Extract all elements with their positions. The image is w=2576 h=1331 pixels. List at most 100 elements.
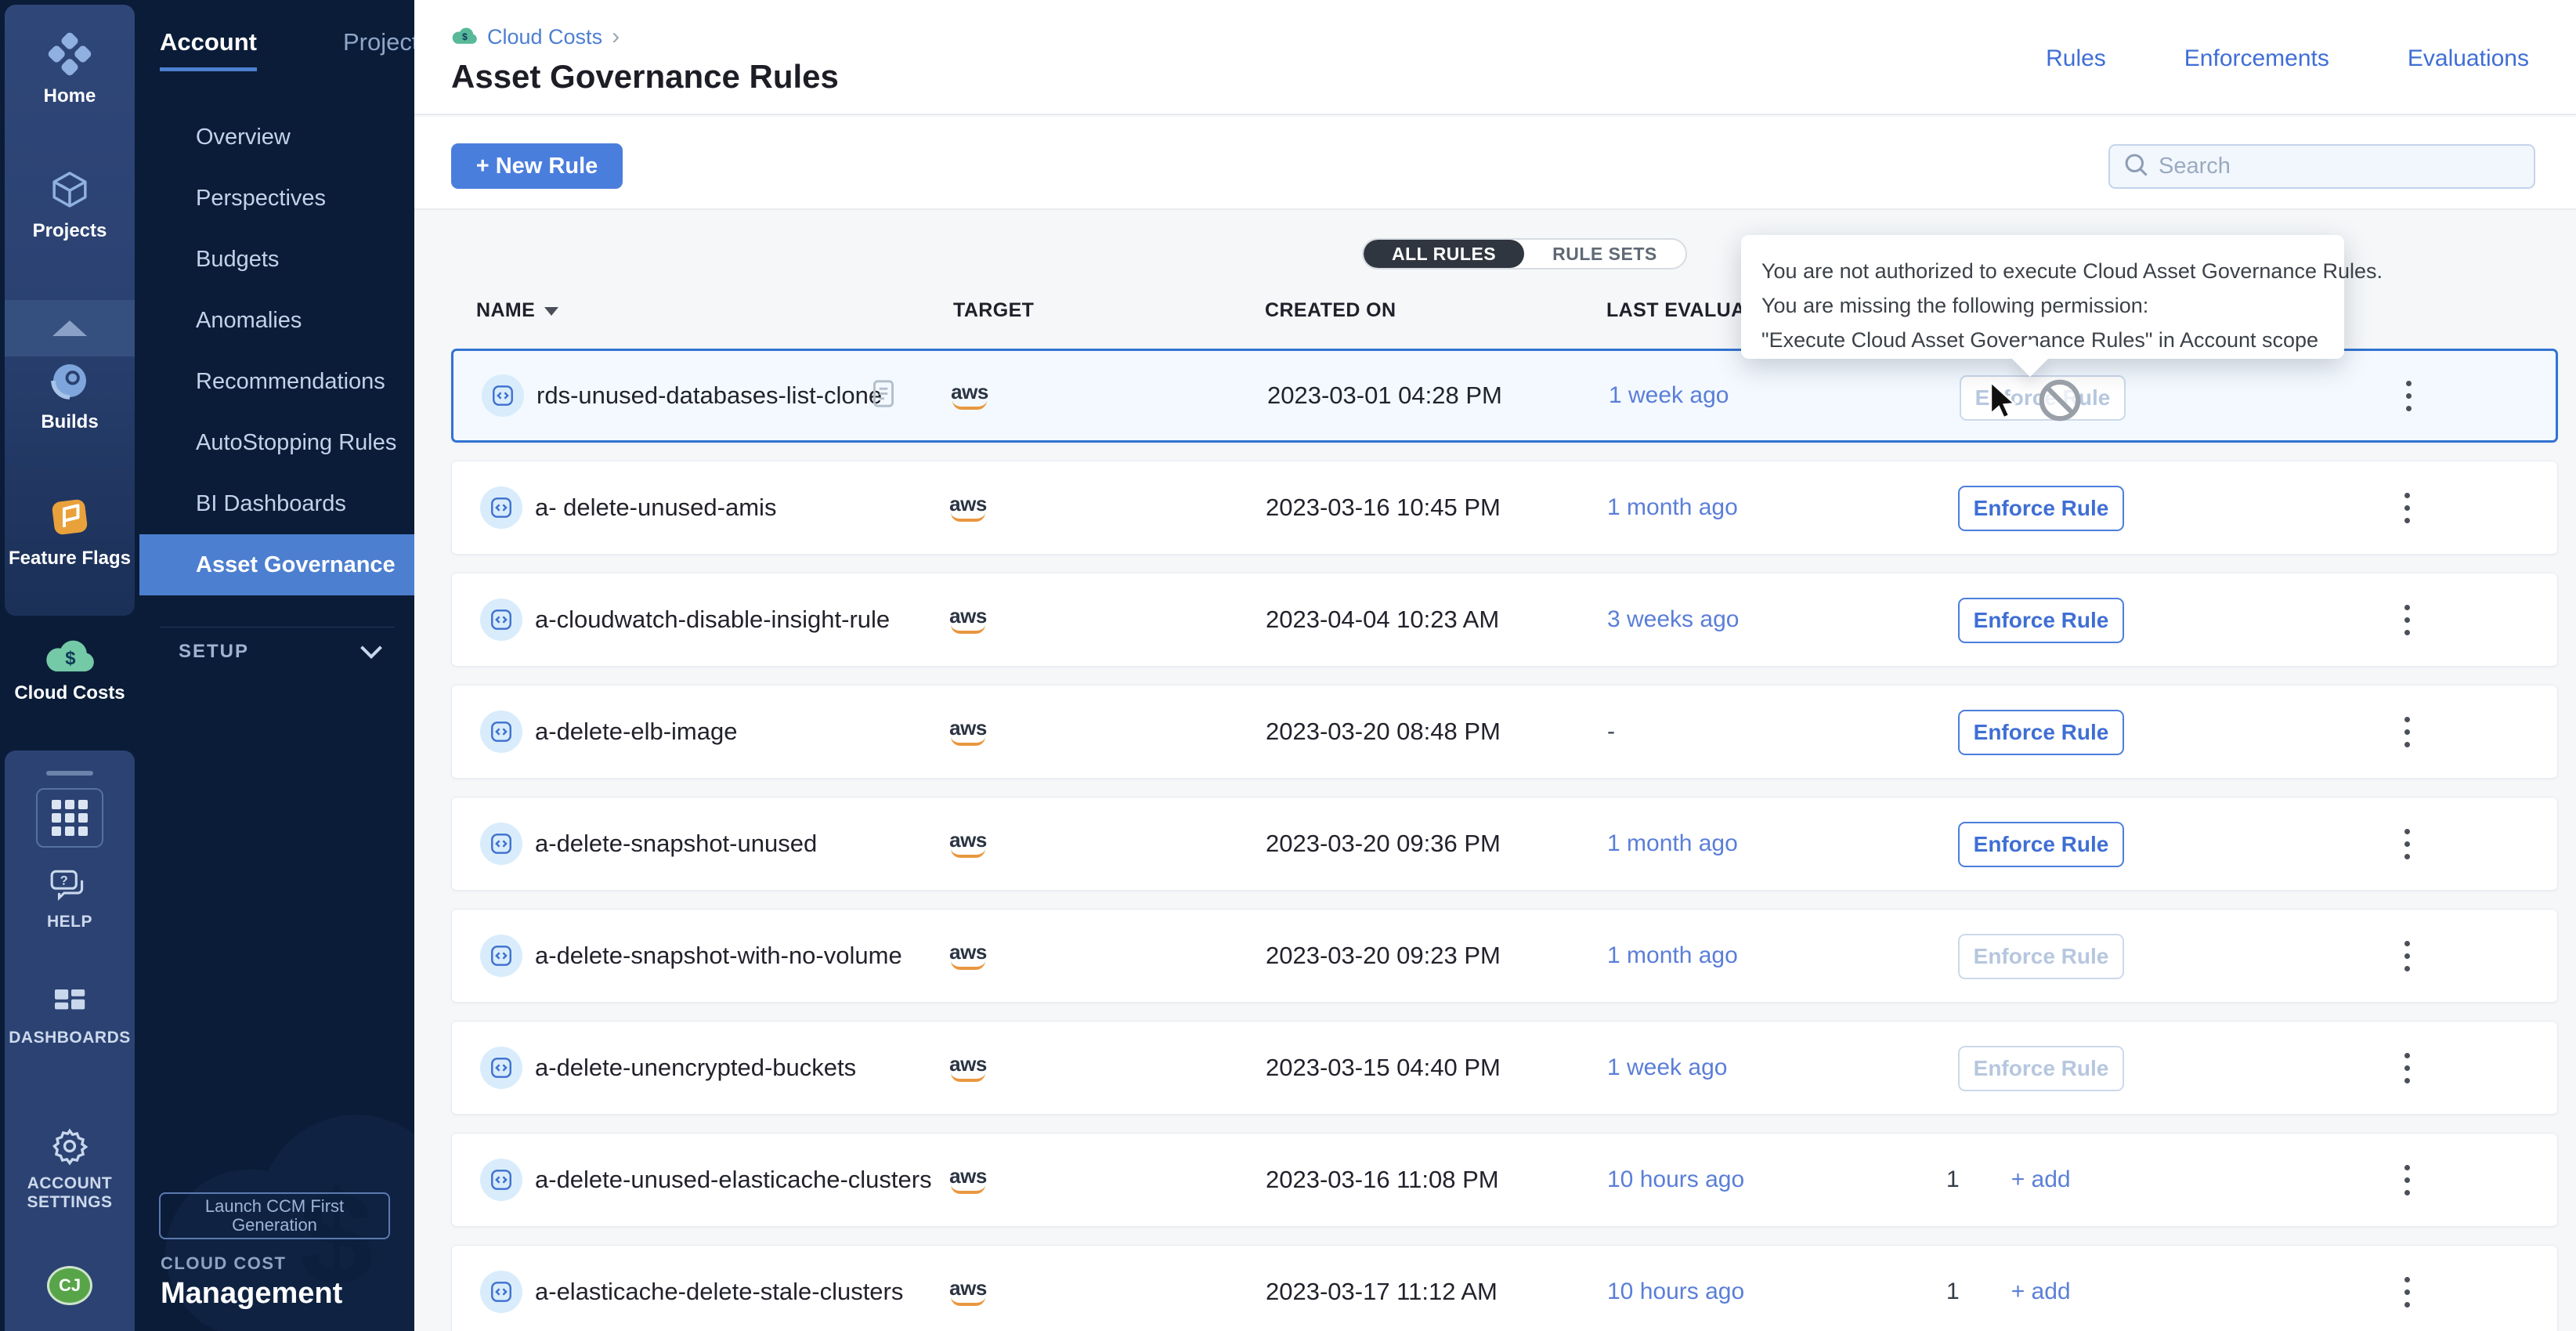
user-avatar[interactable]: CJ xyxy=(47,1266,92,1305)
svg-text:$: $ xyxy=(65,648,75,669)
add-enforcement-link[interactable]: + add xyxy=(2011,1279,2071,1305)
module-picker-button[interactable] xyxy=(36,788,103,848)
cube-icon xyxy=(48,201,92,215)
table-row[interactable]: a-delete-snapshot-unused aws 2023-03-20 … xyxy=(451,797,2558,891)
kebab-menu[interactable] xyxy=(2391,819,2422,869)
rule-icon xyxy=(480,711,522,753)
rail-label-account: ACCOUNT xyxy=(5,1174,135,1193)
builds-icon xyxy=(48,392,92,406)
rail-item-cloud-costs[interactable]: $ Cloud Costs xyxy=(0,636,139,704)
kebab-menu[interactable] xyxy=(2391,1155,2422,1205)
rail-label-feature-flags: Feature Flags xyxy=(5,548,135,570)
rail-item-projects[interactable]: Projects xyxy=(5,168,135,242)
main-content: $ Cloud Costs › Asset Governance Rules R… xyxy=(414,0,2576,1331)
last-evaluated[interactable]: 3 weeks ago xyxy=(1607,606,1739,633)
enforce-rule-button[interactable]: Enforce Rule xyxy=(1958,598,2124,643)
enforce-rule-button[interactable]: Enforce Rule xyxy=(1958,486,2124,531)
aws-logo: aws xyxy=(939,382,1000,410)
kebab-menu[interactable] xyxy=(2391,707,2422,757)
kebab-menu[interactable] xyxy=(2391,483,2422,533)
last-evaluated[interactable]: - xyxy=(1607,718,1615,745)
copy-icon[interactable] xyxy=(870,378,897,414)
rail-item-feature-flags[interactable]: Feature Flags xyxy=(5,495,135,570)
tooltip-line: You are missing the following permission… xyxy=(1761,288,2324,323)
rule-icon xyxy=(480,1271,522,1313)
sidebar-item[interactable]: AutoStopping Rules xyxy=(139,412,414,473)
rail-label-home: Home xyxy=(5,85,135,107)
rule-name: a-delete-snapshot-with-no-volume xyxy=(535,942,902,970)
last-evaluated[interactable]: 1 month ago xyxy=(1607,830,1738,857)
created-on: 2023-04-04 10:23 AM xyxy=(1266,606,1499,634)
aws-smile-icon xyxy=(951,1072,985,1082)
kebab-menu[interactable] xyxy=(2393,371,2424,421)
rail-label-cloud-costs: Cloud Costs xyxy=(0,682,139,704)
kebab-menu[interactable] xyxy=(2391,595,2422,645)
last-evaluated[interactable]: 1 month ago xyxy=(1607,942,1738,969)
sidebar-items: OverviewPerspectivesBudgetsAnomaliesReco… xyxy=(139,107,414,595)
table-row[interactable]: a-cloudwatch-disable-insight-rule aws 20… xyxy=(451,573,2558,667)
created-on: 2023-03-16 10:45 PM xyxy=(1266,494,1501,522)
drag-handle[interactable] xyxy=(46,771,93,776)
sidebar-item[interactable]: BI Dashboards xyxy=(139,473,414,534)
table-row[interactable]: rds-unused-databases-list-clone aws 2023… xyxy=(451,349,2558,443)
aws-logo: aws xyxy=(938,606,999,634)
aws-smile-icon xyxy=(952,400,987,410)
tab-project[interactable]: Project xyxy=(343,28,414,71)
sidebar-item[interactable]: Overview xyxy=(139,107,414,168)
kebab-menu[interactable] xyxy=(2391,1267,2422,1317)
tab-account[interactable]: Account xyxy=(160,28,257,71)
last-evaluated[interactable]: 10 hours ago xyxy=(1607,1166,1744,1193)
created-on: 2023-03-15 04:40 PM xyxy=(1266,1054,1501,1082)
sidebar-item[interactable]: Recommendations xyxy=(139,351,414,412)
enforce-rule-button[interactable]: Enforce Rule xyxy=(1960,375,2126,421)
rail-item-help[interactable]: ? HELP xyxy=(5,868,135,931)
add-enforcement-link[interactable]: + add xyxy=(2011,1166,2071,1193)
rule-name: a-delete-elb-image xyxy=(535,718,737,746)
ccm-sidebar: Account Project OverviewPerspectivesBudg… xyxy=(139,0,414,1331)
rule-icon xyxy=(482,374,524,417)
rail-item-builds[interactable]: Builds xyxy=(5,359,135,433)
rail-item-home[interactable]: Home xyxy=(5,31,135,107)
rule-icon xyxy=(480,486,522,529)
table-row[interactable]: a-delete-elb-image aws 2023-03-20 08:48 … xyxy=(451,685,2558,779)
sidebar-item[interactable]: Anomalies xyxy=(139,290,414,351)
kebab-menu[interactable] xyxy=(2391,1043,2422,1093)
rail-label-dashboards: DASHBOARDS xyxy=(5,1029,135,1047)
rule-name: a- delete-unused-amis xyxy=(535,494,776,522)
table-row[interactable]: a-delete-unused-elasticache-clusters aws… xyxy=(451,1133,2558,1227)
table-row[interactable]: a-elasticache-delete-stale-clusters aws … xyxy=(451,1245,2558,1331)
aws-logo: aws xyxy=(938,1166,999,1194)
table-row[interactable]: a-delete-unencrypted-buckets aws 2023-03… xyxy=(451,1021,2558,1115)
rule-name: a-elasticache-delete-stale-clusters xyxy=(535,1278,903,1306)
sidebar-setup-toggle[interactable]: SETUP xyxy=(179,641,383,663)
enforce-rule-button[interactable]: Enforce Rule xyxy=(1958,934,2124,979)
module-rail: Home Projects Builds Fea xyxy=(0,0,139,1331)
rail-item-account-settings[interactable]: ACCOUNT SETTINGS xyxy=(5,1127,135,1212)
enforce-rule-button[interactable]: Enforce Rule xyxy=(1958,822,2124,867)
launch-ccm-first-gen-button[interactable]: Launch CCM First Generation xyxy=(159,1192,390,1239)
enforcement-count[interactable]: 1 xyxy=(1946,1279,1960,1305)
rule-name: a-cloudwatch-disable-insight-rule xyxy=(535,606,890,634)
rail-collapse-band[interactable] xyxy=(5,300,135,356)
rule-icon xyxy=(480,1047,522,1089)
last-evaluated[interactable]: 1 week ago xyxy=(1607,1054,1727,1081)
permission-tooltip: You are not authorized to execute Cloud … xyxy=(1741,235,2344,359)
enforce-rule-button[interactable]: Enforce Rule xyxy=(1958,710,2124,755)
rail-label-builds: Builds xyxy=(5,411,135,433)
last-evaluated[interactable]: 1 week ago xyxy=(1609,382,1729,409)
enforce-rule-button[interactable]: Enforce Rule xyxy=(1958,1046,2124,1091)
aws-logo: aws xyxy=(938,942,999,970)
sidebar-item[interactable]: Asset Governance xyxy=(139,534,414,595)
table-row[interactable]: a- delete-unused-amis aws 2023-03-16 10:… xyxy=(451,461,2558,555)
last-evaluated[interactable]: 10 hours ago xyxy=(1607,1279,1744,1305)
last-evaluated[interactable]: 1 month ago xyxy=(1607,494,1738,521)
kebab-menu[interactable] xyxy=(2391,931,2422,981)
created-on: 2023-03-01 04:28 PM xyxy=(1267,382,1502,410)
enforcement-cell: 1 + add xyxy=(1946,1166,2071,1193)
rail-item-dashboards[interactable]: DASHBOARDS xyxy=(5,986,135,1047)
sidebar-item[interactable]: Perspectives xyxy=(139,168,414,229)
table-row[interactable]: a-delete-snapshot-with-no-volume aws 202… xyxy=(451,909,2558,1003)
enforcement-count[interactable]: 1 xyxy=(1946,1166,1960,1193)
rule-icon xyxy=(480,935,522,977)
sidebar-item[interactable]: Budgets xyxy=(139,229,414,290)
